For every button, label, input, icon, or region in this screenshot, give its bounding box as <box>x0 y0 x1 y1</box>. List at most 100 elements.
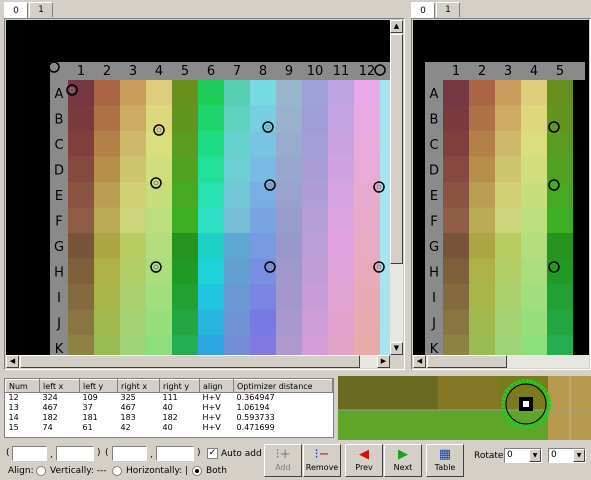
color-patch <box>94 258 120 284</box>
align-vertical-label[interactable]: Vertically: --- <box>50 466 107 476</box>
left-y-field[interactable] <box>56 446 94 461</box>
table-row[interactable]: 15 74 61 42 40 H+V 0.471699 <box>6 423 333 433</box>
color-patch <box>328 233 354 259</box>
align-both-label[interactable]: Both <box>206 466 227 476</box>
right-tab-1[interactable]: 1 <box>436 2 460 17</box>
scroll-left-icon[interactable]: ◀ <box>6 355 19 368</box>
cell: 1.06194 <box>236 403 270 412</box>
column-label: 3 <box>504 64 512 79</box>
color-patch <box>495 80 521 106</box>
col-optimizer-distance-header[interactable]: Optimizer distance <box>233 379 333 393</box>
color-patch <box>469 233 495 259</box>
color-patch <box>443 131 469 157</box>
align-vertical-radio[interactable] <box>36 466 46 476</box>
right-x-field[interactable] <box>112 446 147 461</box>
scroll-left-icon[interactable]: ◀ <box>413 355 426 368</box>
paren-open-2: ( <box>105 448 109 458</box>
align-horizontal-label[interactable]: Horizontally: | <box>126 466 188 476</box>
color-patch <box>547 156 573 182</box>
row-label: G <box>429 240 439 255</box>
col-right-y-header[interactable]: right y <box>159 379 200 393</box>
row-label: C <box>429 138 438 153</box>
column-label: 2 <box>103 64 111 79</box>
left-color-chart[interactable]: 1 2 3 4 5 6 7 8 9 10 11 12ABCDEFGHIJK <box>6 20 390 355</box>
color-patch <box>354 182 380 208</box>
align-horizontal-radio[interactable] <box>112 466 122 476</box>
left-tab-1[interactable]: 1 <box>29 2 53 17</box>
table-row[interactable]: 13 467 37 467 40 H+V 1.06194 <box>6 403 333 413</box>
left-x-field[interactable] <box>12 446 47 461</box>
color-patch <box>354 284 380 310</box>
col-align-header[interactable]: align <box>199 379 234 393</box>
chevron-down-icon[interactable]: ▼ <box>529 449 541 462</box>
zoom-preview[interactable] <box>338 376 591 440</box>
color-patch <box>521 131 547 157</box>
color-patch <box>198 233 224 259</box>
next-button[interactable]: ▶ Next <box>384 444 422 477</box>
auto-add-label[interactable]: Auto add <box>221 449 262 459</box>
right-tab-0[interactable]: 0 <box>411 2 435 18</box>
cell: H+V <box>202 413 221 422</box>
left-horizontal-scrollbar[interactable]: ◀ ▶ <box>6 355 390 368</box>
right-hscroll-thumb[interactable] <box>427 355 507 368</box>
remove-button[interactable]: ⁝− Remove <box>303 444 341 477</box>
color-patch <box>198 182 224 208</box>
chevron-down-icon[interactable]: ▼ <box>573 449 585 462</box>
col-left-x-header[interactable]: left x <box>39 379 80 393</box>
remove-point-icon: ⁝− <box>314 447 330 462</box>
column-label: 12 <box>359 64 376 79</box>
points-table[interactable]: Num left x left y right x right y align … <box>5 379 333 433</box>
color-patch <box>521 207 547 233</box>
col-left-y-header[interactable]: left y <box>79 379 118 393</box>
row-label: I <box>57 291 61 306</box>
scroll-down-icon[interactable]: ▼ <box>390 342 403 355</box>
left-vertical-scrollbar[interactable]: ▲ ▼ <box>390 20 403 355</box>
color-patch <box>328 284 354 310</box>
table-row[interactable]: 14 182 181 183 182 H+V 0.593733 <box>6 413 333 423</box>
right-y-field[interactable] <box>156 446 194 461</box>
align-label: Align: <box>8 466 34 476</box>
color-patch <box>198 156 224 182</box>
color-patch <box>276 105 302 131</box>
color-patch <box>328 80 354 106</box>
cell: 15 <box>8 423 19 432</box>
color-patch <box>172 156 198 182</box>
color-patch <box>68 207 94 233</box>
prev-button[interactable]: ◀ Prev <box>345 444 383 477</box>
auto-add-checkbox[interactable]: ✓ <box>207 448 218 459</box>
color-patch <box>94 156 120 182</box>
left-image-pane: 0 1 1 2 3 4 5 6 7 8 9 10 11 12 A B C D E F G H I J K ▲ ▼ ◀ ▶ <box>0 0 405 372</box>
row-label: H <box>54 265 64 280</box>
color-patch <box>146 284 172 310</box>
color-patch <box>68 284 94 310</box>
points-table-box[interactable]: Num left x left y right x right y align … <box>4 378 334 438</box>
color-patch <box>94 131 120 157</box>
left-hscroll-thumb[interactable] <box>20 355 360 368</box>
color-patch <box>94 182 120 208</box>
right-color-chart[interactable]: 1 2 3 4 5 ABCDEFGHIJK <box>413 20 589 355</box>
left-image-viewport[interactable]: 1 2 3 4 5 6 7 8 9 10 11 12 A B C D E F G H I J K <box>6 20 390 355</box>
color-patch <box>120 207 146 233</box>
align-both-radio[interactable] <box>192 466 202 476</box>
color-patch <box>250 207 276 233</box>
right-image-viewport[interactable]: 1 2 3 4 5 ABCDEFGHIJK <box>413 20 589 355</box>
table-row[interactable]: 12 324 109 325 111 H+V 0.364947 <box>6 393 333 403</box>
color-patch <box>354 233 380 259</box>
col-num-header[interactable]: Num <box>5 379 40 393</box>
add-button[interactable]: ⁝+ Add <box>264 444 302 477</box>
points-table-header: Num left x left y right x right y align … <box>5 379 333 393</box>
color-patch <box>224 258 250 284</box>
rotate-left-value: 0 <box>507 450 513 460</box>
rotate-right-select[interactable]: 0 ▼ <box>548 448 586 463</box>
scroll-right-icon[interactable]: ▶ <box>377 355 390 368</box>
color-patch <box>224 131 250 157</box>
right-horizontal-scrollbar[interactable]: ◀ <box>413 355 589 368</box>
rotate-left-select[interactable]: 0 ▼ <box>504 448 542 463</box>
color-patch <box>120 182 146 208</box>
color-patch <box>328 207 354 233</box>
left-vscroll-thumb[interactable] <box>390 34 403 264</box>
col-right-x-header[interactable]: right x <box>117 379 160 393</box>
left-tab-0[interactable]: 0 <box>4 2 28 18</box>
table-button[interactable]: ▦ Table <box>426 444 464 477</box>
scroll-up-icon[interactable]: ▲ <box>390 20 403 33</box>
